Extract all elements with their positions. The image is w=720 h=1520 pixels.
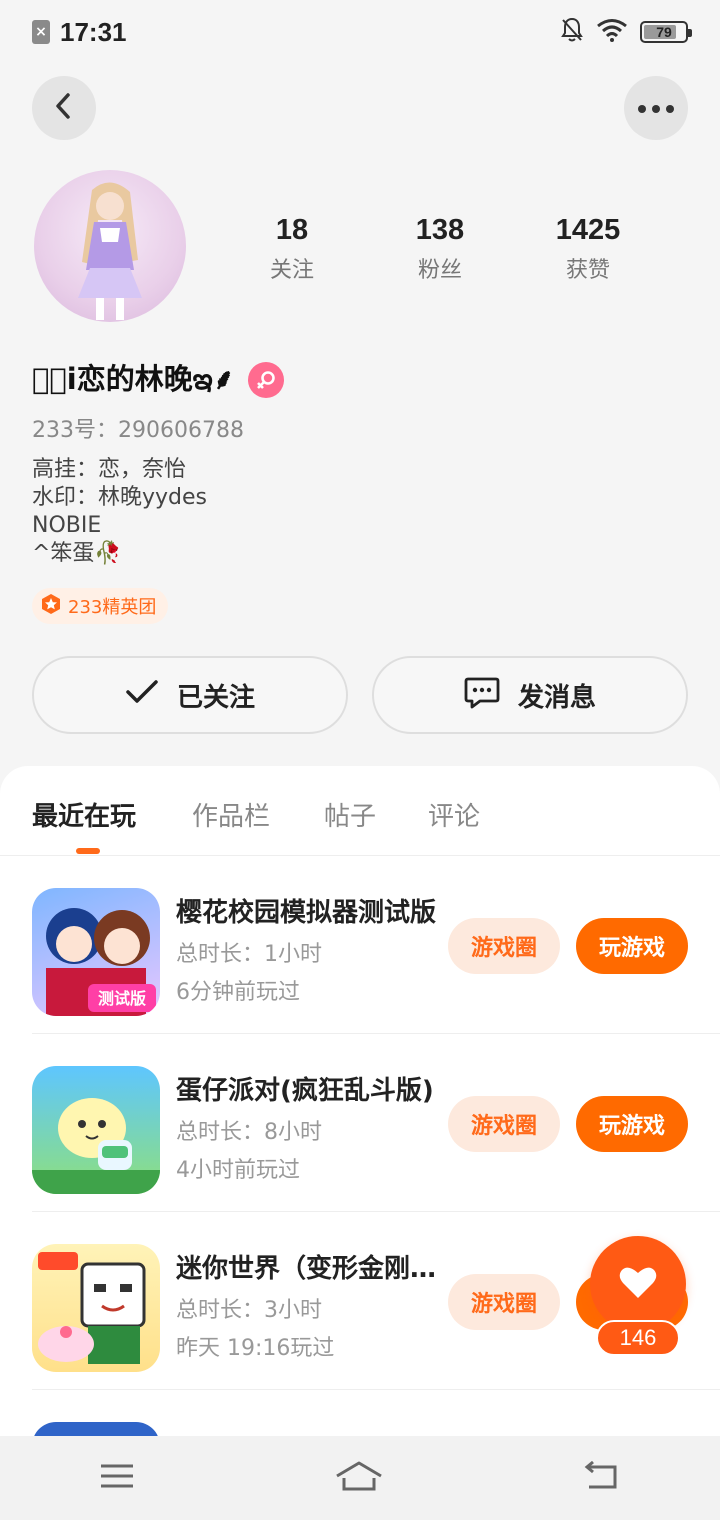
send-message-button[interactable]: 发消息 — [372, 656, 688, 734]
back-nav-icon[interactable] — [583, 1460, 621, 1495]
following-stat[interactable]: 18 关注 — [218, 212, 366, 284]
like-button[interactable] — [590, 1236, 686, 1332]
more-dots-icon — [637, 99, 675, 118]
sim-off-icon: × — [32, 20, 50, 44]
heart-icon — [618, 1264, 658, 1304]
system-nav-bar — [0, 1436, 720, 1520]
sakura-school-icon: 测试版 — [32, 888, 160, 1016]
status-time: 17:31 — [60, 16, 127, 47]
bio-line: NOBIE — [32, 513, 102, 538]
game-circle-button[interactable]: 游戏圈 — [448, 1096, 560, 1152]
wifi-icon — [596, 18, 628, 46]
tab-comments[interactable]: 评论 — [428, 796, 480, 833]
game-row[interactable]: 测试版 樱花校园模拟器测试版 总时长：1小时 6分钟前玩过 游戏圈 玩游戏 — [32, 858, 720, 1034]
elite-group-badge[interactable]: 233精英团 — [32, 588, 169, 624]
game-title: 迷你世界（变形金刚联动） — [176, 1254, 438, 1284]
checkmark-icon — [125, 679, 159, 712]
followers-count: 138 — [415, 214, 465, 246]
followed-label: 已关注 — [176, 682, 255, 713]
bell-off-icon — [560, 17, 584, 47]
game-last-played: 4小时前玩过 — [176, 1158, 300, 1183]
game-last-played: 昨天 19:16玩过 — [176, 1336, 335, 1361]
battery-indicator: 79 — [640, 21, 692, 43]
menu-icon[interactable] — [99, 1462, 135, 1494]
bio-line: 水印：林晚yydes — [32, 485, 208, 510]
game-circle-button[interactable]: 游戏圈 — [448, 918, 560, 974]
user-id: 233号：290606788 — [32, 418, 244, 443]
bio-line: ^笨蛋🥀 — [32, 541, 122, 566]
likes-label: 获赞 — [565, 258, 610, 283]
following-label: 关注 — [269, 258, 314, 283]
female-gender-icon — [248, 362, 285, 398]
following-count: 18 — [275, 214, 309, 246]
mini-world-icon — [32, 1244, 160, 1372]
nickname-row: ꦿ゙i恋的林晚ఇ⸙ — [32, 356, 285, 404]
game-title: 樱花校园模拟器测试版 — [176, 898, 437, 928]
battery-level: 79 — [656, 24, 672, 40]
game-duration: 总时长：1小时 — [176, 942, 322, 967]
play-game-button[interactable]: 玩游戏 — [576, 1096, 688, 1152]
more-button[interactable] — [624, 76, 688, 140]
tab-bar: 最近在玩 作品栏 帖子 评论 — [0, 766, 720, 856]
send-message-label: 发消息 — [517, 682, 596, 713]
avatar-character-image — [78, 182, 142, 320]
elite-star-icon — [40, 593, 62, 619]
profile-stats: 18 关注 138 粉丝 1425 获赞 — [218, 212, 662, 284]
followed-button[interactable]: 已关注 — [32, 656, 348, 734]
game-duration: 总时长：3小时 — [176, 1298, 322, 1323]
eggy-party-icon — [32, 1066, 160, 1194]
game-last-played: 6分钟前玩过 — [176, 980, 300, 1005]
followers-label: 粉丝 — [417, 258, 462, 283]
home-icon[interactable] — [334, 1459, 384, 1497]
tab-works[interactable]: 作品栏 — [192, 796, 270, 833]
bio-line: 高挂：恋，奈怡 — [32, 457, 187, 482]
game-circle-button[interactable]: 游戏圈 — [448, 1274, 560, 1330]
game-duration: 总时长：8小时 — [176, 1120, 322, 1145]
nickname: ꦿ゙i恋的林晚ఇ⸙ — [32, 362, 235, 396]
followers-stat[interactable]: 138 粉丝 — [366, 212, 514, 284]
tab-posts[interactable]: 帖子 — [324, 796, 376, 833]
tab-recently-played[interactable]: 最近在玩 — [32, 796, 136, 833]
avatar[interactable] — [34, 170, 186, 322]
game-row[interactable]: 蛋仔派对(疯狂乱斗版) 总时长：8小时 4小时前玩过 游戏圈 玩游戏 — [32, 1036, 720, 1212]
svg-text:测试版: 测试版 — [98, 989, 146, 1008]
likes-count: 1425 — [555, 214, 621, 246]
elite-group-label: 233精英团 — [68, 597, 157, 618]
likes-stat[interactable]: 1425 获赞 — [514, 212, 662, 284]
bio: 高挂：恋，奈怡 水印：林晚yydes NOBIE ^笨蛋🥀 — [32, 456, 207, 568]
game-title: 蛋仔派对(疯狂乱斗版) — [176, 1076, 434, 1106]
status-bar: × 17:31 79 — [0, 0, 720, 64]
tab-indicator — [76, 848, 100, 854]
chat-bubble-icon — [464, 675, 500, 716]
play-game-button[interactable]: 玩游戏 — [576, 918, 688, 974]
like-count: 146 — [596, 1320, 680, 1356]
chevron-left-icon — [52, 92, 76, 124]
back-button[interactable] — [32, 76, 96, 140]
